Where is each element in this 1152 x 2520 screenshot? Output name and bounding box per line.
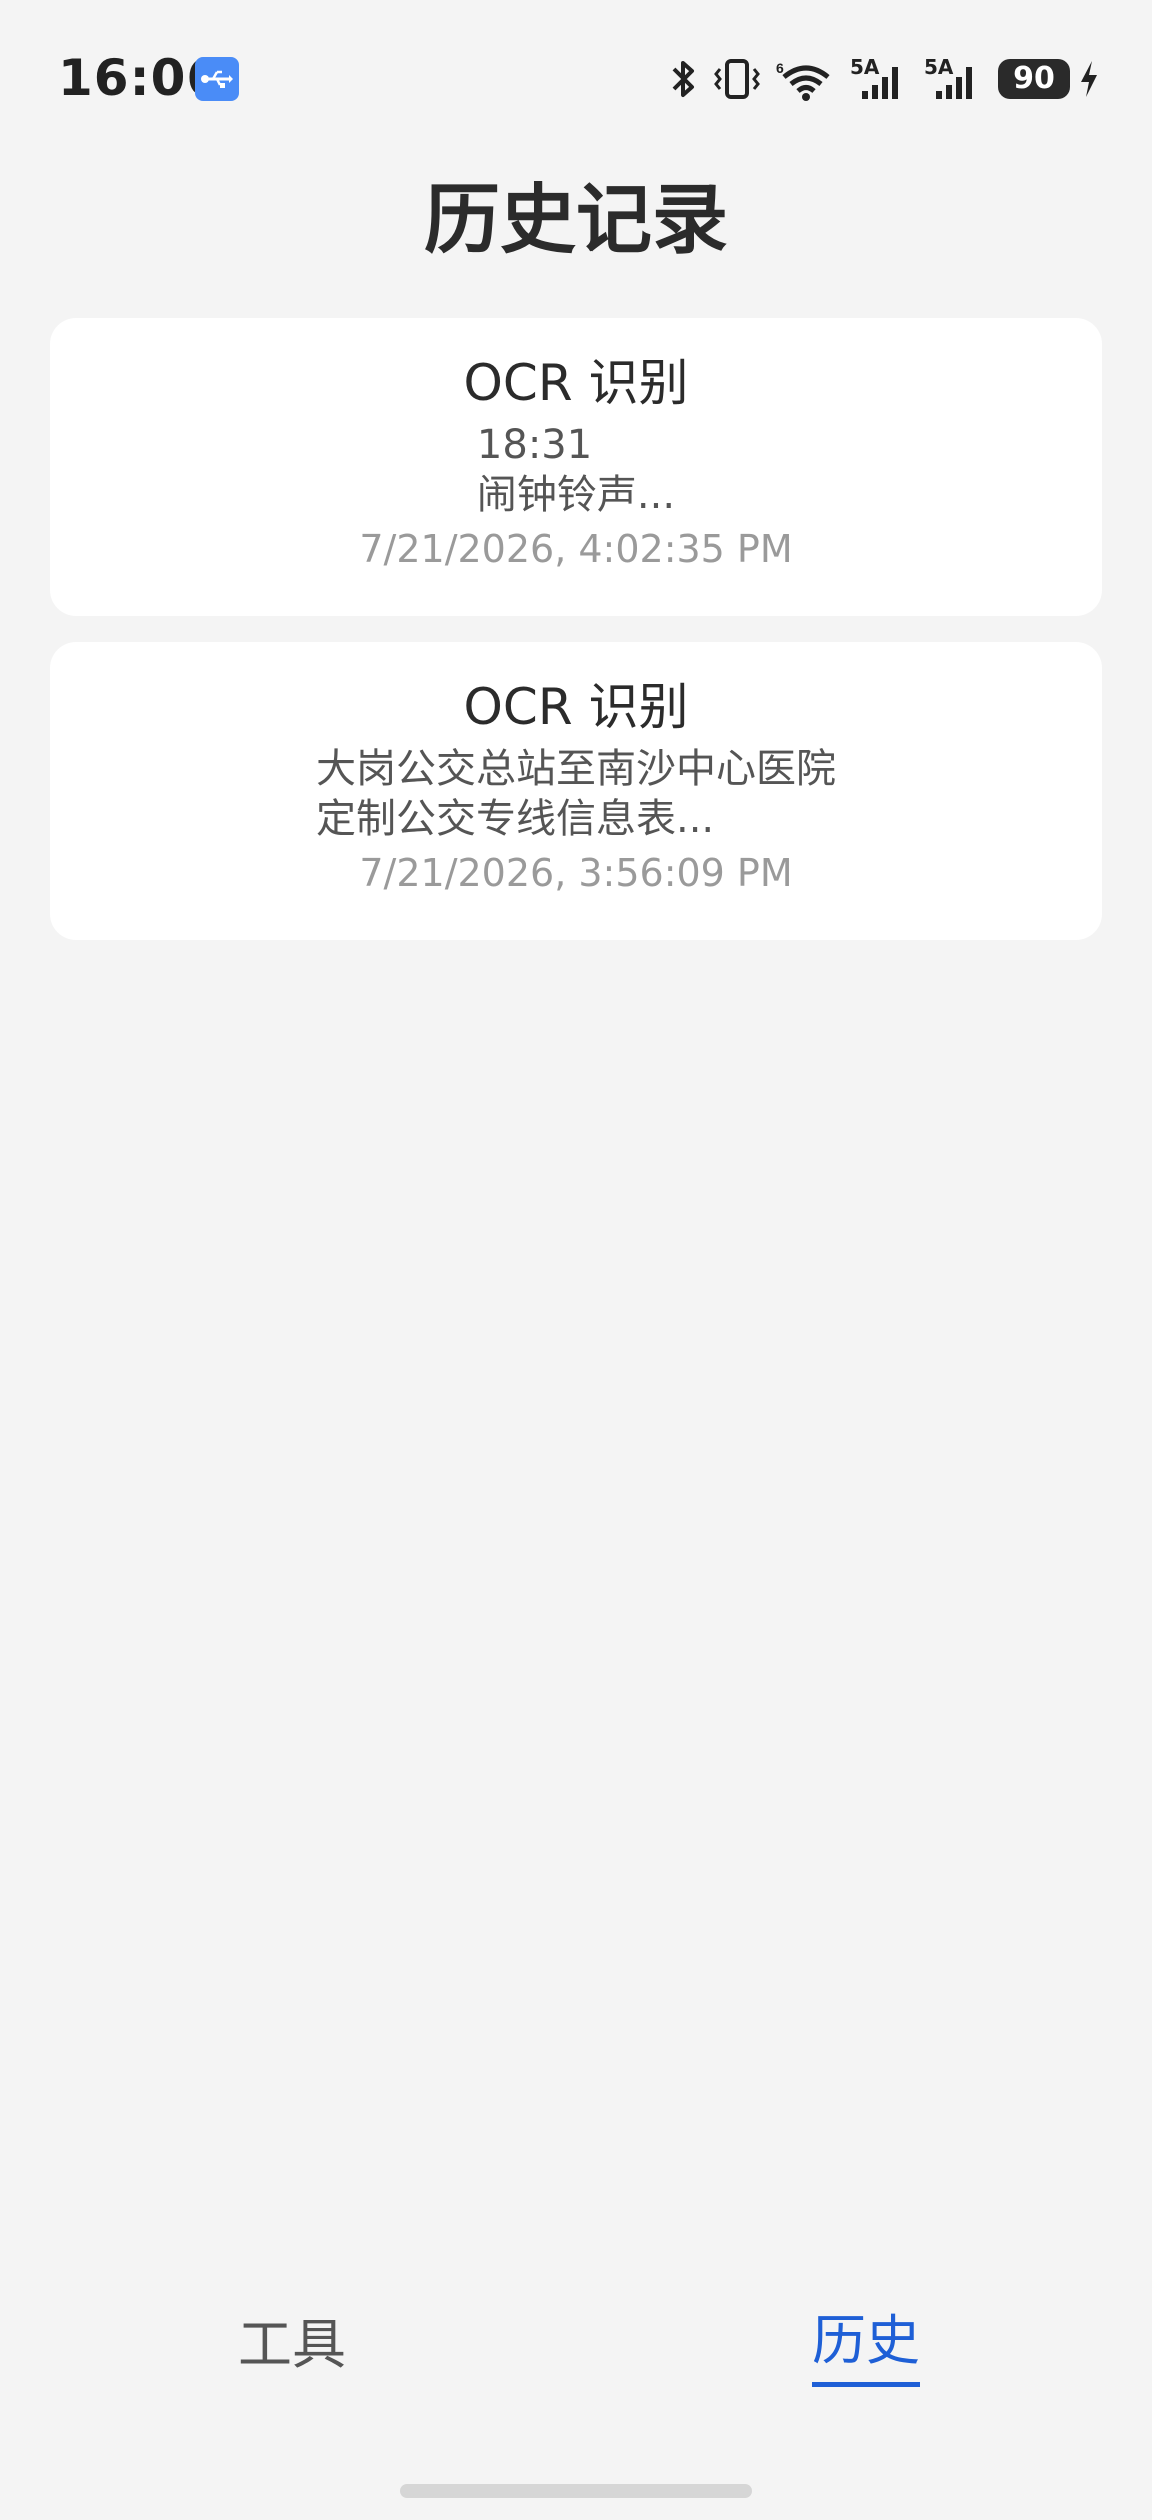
- vibrate-icon: [712, 57, 762, 101]
- svg-text:6: 6: [776, 60, 784, 76]
- bluetooth-icon: [668, 57, 698, 101]
- tab-tools[interactable]: 工具: [238, 2300, 346, 2390]
- charging-icon: [1078, 57, 1100, 101]
- history-card-preview: 18:31 闹钟铃声...: [476, 422, 676, 518]
- status-icons: 6 5A 5A 90: [668, 54, 1100, 104]
- history-card[interactable]: OCR 识别 18:31 闹钟铃声... 7/21/2026, 4:02:35 …: [50, 318, 1102, 616]
- history-list: OCR 识别 18:31 闹钟铃声... 7/21/2026, 4:02:35 …: [50, 318, 1102, 966]
- signal-5a-icon: 5A: [850, 57, 910, 101]
- page-title: 历史记录: [424, 175, 728, 264]
- signal-5a-icon: 5A: [924, 57, 984, 101]
- history-card-timestamp: 7/21/2026, 4:02:35 PM: [359, 527, 793, 571]
- home-indicator[interactable]: [400, 2484, 752, 2498]
- wifi-icon: 6: [776, 57, 836, 101]
- history-card-title: OCR 识别: [463, 678, 689, 736]
- history-card-title: OCR 识别: [463, 354, 689, 412]
- status-bar: 16:06 6 5A 5A 90: [0, 0, 1152, 150]
- tab-history[interactable]: 历史: [812, 2300, 920, 2387]
- usb-icon: [195, 57, 239, 101]
- battery-level: 90: [998, 59, 1070, 99]
- history-card-timestamp: 7/21/2026, 3:56:09 PM: [359, 851, 793, 895]
- battery-icon: 90: [998, 59, 1070, 99]
- history-card-preview: 大岗公交总站至南沙中心医院 定制公交专线信息表...: [316, 746, 836, 842]
- history-card[interactable]: OCR 识别 大岗公交总站至南沙中心医院 定制公交专线信息表... 7/21/2…: [50, 642, 1102, 940]
- bottom-nav: 工具 历史: [0, 2300, 1152, 2400]
- app-screen: 16:06 6 5A 5A 90 历史记录 OCR 识别 18:31 闹钟铃声.…: [0, 0, 1152, 2520]
